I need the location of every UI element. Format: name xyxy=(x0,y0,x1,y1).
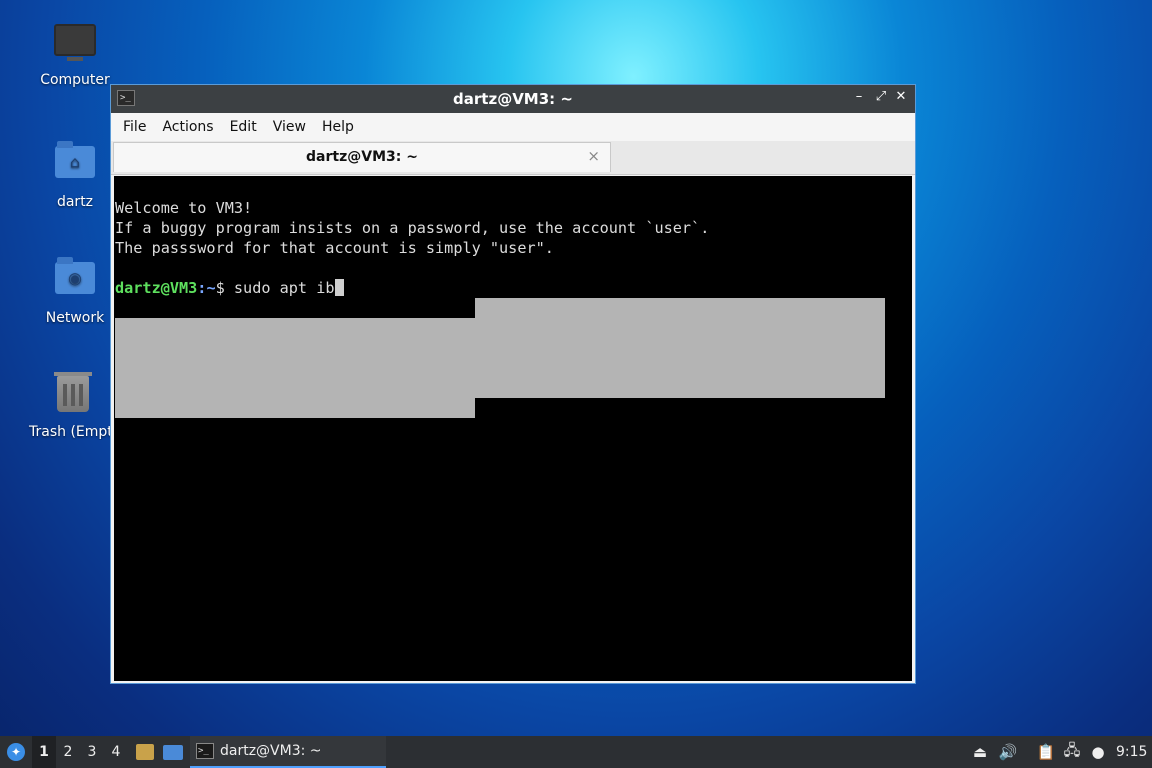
workspace-4[interactable]: 4 xyxy=(104,736,128,768)
terminal-line: If a buggy program insists on a password… xyxy=(115,219,710,237)
window-title: dartz@VM3: ~ xyxy=(453,90,573,108)
workspace-1[interactable]: 1 xyxy=(32,736,56,768)
minimize-button[interactable]: – xyxy=(851,89,867,104)
clock[interactable]: 9:15 xyxy=(1116,736,1148,768)
network-icon[interactable]: 🖧 xyxy=(1060,736,1084,768)
tab-terminal[interactable]: dartz@VM3: ~ × xyxy=(113,142,611,172)
task-label: dartz@VM3: ~ xyxy=(220,743,322,759)
redacted-block xyxy=(475,298,885,398)
trash-icon xyxy=(52,372,94,418)
desktop-icon-label: dartz xyxy=(56,194,94,210)
terminal-window[interactable]: >_ dartz@VM3: ~ – ⤢ ✕ File Actions Edit … xyxy=(110,84,916,684)
file-manager-icon[interactable] xyxy=(134,736,156,768)
terminal-line: The passsword for that account is simply… xyxy=(115,239,554,257)
workspace-3[interactable]: 3 xyxy=(80,736,104,768)
desktop-icon-network[interactable]: ◉ Network xyxy=(30,256,120,326)
desktop-icon-home[interactable]: ⌂ dartz xyxy=(30,140,120,210)
tab-label: dartz@VM3: ~ xyxy=(306,149,418,165)
window-titlebar[interactable]: >_ dartz@VM3: ~ – ⤢ ✕ xyxy=(111,85,915,113)
terminal-icon: >_ xyxy=(196,743,214,759)
menu-view[interactable]: View xyxy=(265,119,314,135)
desktop-icon-trash[interactable]: Trash (Empty) xyxy=(26,372,110,440)
volume-icon[interactable]: 🔊 xyxy=(996,736,1020,768)
prompt-user: dartz@VM3 xyxy=(115,279,198,297)
menu-bar: File Actions Edit View Help xyxy=(111,113,915,141)
desktop-icon-computer[interactable]: Computer xyxy=(30,20,120,88)
desktop-icon-label: Network xyxy=(45,310,105,326)
menu-file[interactable]: File xyxy=(115,119,154,135)
redacted-block xyxy=(115,318,475,418)
menu-actions[interactable]: Actions xyxy=(154,119,221,135)
eject-icon[interactable]: ⏏ xyxy=(968,736,992,768)
taskbar-task-terminal[interactable]: >_ dartz@VM3: ~ xyxy=(190,736,386,768)
tab-bar: dartz@VM3: ~ × xyxy=(111,141,915,175)
close-button[interactable]: ✕ xyxy=(893,89,909,104)
start-menu-icon[interactable]: ✦ xyxy=(4,736,28,768)
prompt-line: dartz@VM3:~$ sudo apt ib xyxy=(115,278,709,298)
terminal-area[interactable]: Welcome to VM3! If a buggy program insist… xyxy=(114,176,912,681)
home-folder-icon: ⌂ xyxy=(54,141,96,188)
tab-close-icon[interactable]: × xyxy=(587,147,600,165)
maximize-button[interactable]: ⤢ xyxy=(873,89,889,104)
prompt-path: ~ xyxy=(206,279,216,297)
taskbar: ✦ 1 2 3 4 >_ dartz@VM3: ~ ⏏ 🔊 📋 🖧 ● 9:15 xyxy=(0,736,1152,768)
terminal-line: Welcome to VM3! xyxy=(115,199,253,217)
workspace-2[interactable]: 2 xyxy=(56,736,80,768)
desktop-icon-label: Computer xyxy=(40,72,110,88)
computer-icon xyxy=(54,24,96,66)
menu-edit[interactable]: Edit xyxy=(222,119,265,135)
prompt-symbol: $ xyxy=(215,279,234,297)
notification-icon[interactable]: ● xyxy=(1086,736,1110,768)
show-desktop-icon[interactable] xyxy=(162,736,184,768)
menu-help[interactable]: Help xyxy=(314,119,362,135)
network-folder-icon: ◉ xyxy=(54,257,96,304)
clipboard-icon[interactable]: 📋 xyxy=(1034,736,1058,768)
text-cursor xyxy=(334,279,344,296)
command-text: sudo apt ib xyxy=(233,279,335,297)
desktop-icon-label: Trash (Empty) xyxy=(29,424,110,440)
